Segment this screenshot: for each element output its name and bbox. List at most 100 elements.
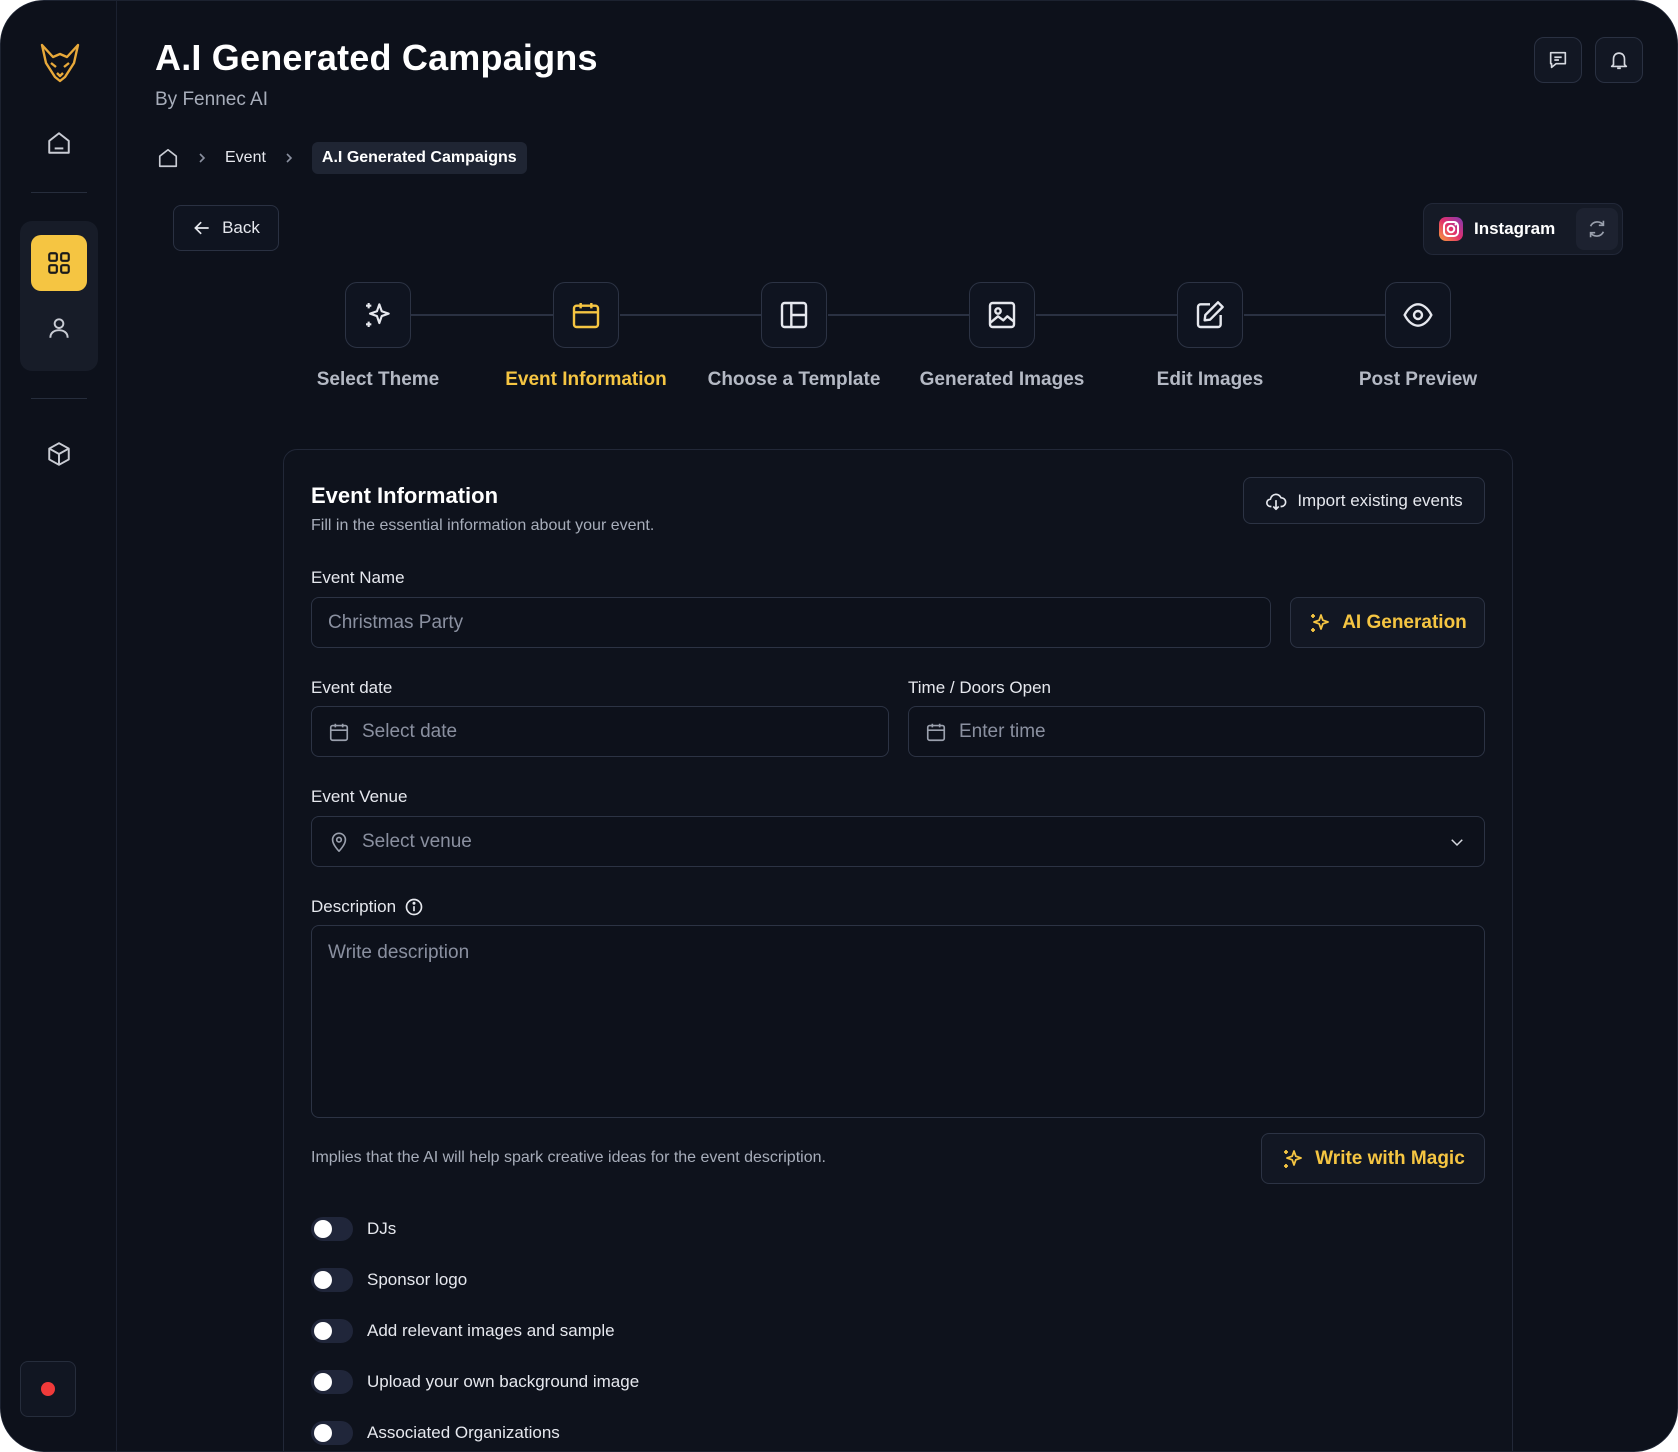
chat-button[interactable] bbox=[1534, 37, 1582, 83]
location-pin-icon bbox=[331, 831, 347, 852]
user-icon bbox=[49, 318, 69, 338]
home-icon bbox=[48, 132, 70, 154]
platform-label: Instagram bbox=[1474, 219, 1556, 238]
sidebar-item-products[interactable] bbox=[31, 426, 87, 482]
step-connector bbox=[620, 314, 762, 316]
app-window: A.I Generated Campaigns By Fennec AI Eve… bbox=[0, 0, 1678, 1452]
event-name-label: Event Name bbox=[311, 568, 405, 587]
sparkles-icon bbox=[1284, 1149, 1303, 1168]
associated-organizations-toggle[interactable] bbox=[311, 1421, 353, 1445]
back-button[interactable]: Back bbox=[173, 205, 279, 251]
chevron-right-icon bbox=[197, 152, 207, 164]
breadcrumb-current: A.I Generated Campaigns bbox=[311, 142, 527, 174]
cube-icon bbox=[48, 442, 70, 466]
description-label-row: Description bbox=[311, 897, 424, 917]
step-connector bbox=[1244, 314, 1386, 316]
notifications-button[interactable] bbox=[1595, 37, 1643, 83]
description-textarea[interactable]: Write description bbox=[311, 925, 1485, 1118]
import-events-label: Import existing events bbox=[1297, 490, 1463, 510]
sidebar-item-home[interactable] bbox=[31, 115, 87, 171]
step-label: Select Theme bbox=[316, 369, 440, 390]
event-date-placeholder: Select date bbox=[362, 720, 458, 742]
image-icon bbox=[988, 301, 1016, 329]
layout-icon bbox=[780, 301, 808, 329]
breadcrumb: Event A.I Generated Campaigns bbox=[157, 141, 527, 175]
sponsor-logo-toggle[interactable] bbox=[311, 1268, 353, 1292]
home-icon bbox=[158, 148, 178, 168]
time-placeholder: Enter time bbox=[959, 720, 1046, 742]
time-label: Time / Doors Open bbox=[908, 678, 1051, 697]
event-name-placeholder: Christmas Party bbox=[328, 611, 464, 633]
time-input[interactable]: Enter time bbox=[908, 706, 1485, 757]
djs-toggle[interactable] bbox=[311, 1217, 353, 1241]
description-label: Description bbox=[311, 897, 397, 916]
toggle-label: Associated Organizations bbox=[367, 1423, 560, 1442]
eye-icon bbox=[1403, 303, 1433, 327]
refresh-icon bbox=[1589, 220, 1605, 238]
calendar-icon bbox=[926, 723, 946, 741]
record-dot-icon bbox=[41, 1382, 55, 1396]
step-connector bbox=[1036, 314, 1178, 316]
step-choose-template[interactable] bbox=[761, 282, 827, 348]
description-hint: Implies that the AI will help spark crea… bbox=[311, 1149, 826, 1166]
toggle-row-djs: DJs bbox=[311, 1217, 396, 1241]
edit-icon bbox=[1196, 301, 1224, 329]
toggle-label: DJs bbox=[367, 1219, 397, 1238]
relevant-images-toggle[interactable] bbox=[311, 1319, 353, 1343]
grid-icon bbox=[48, 252, 70, 274]
record-button[interactable] bbox=[20, 1361, 76, 1417]
step-connector bbox=[828, 314, 970, 316]
toggle-row-sponsor-logo: Sponsor logo bbox=[311, 1268, 467, 1292]
card-title: Event Information bbox=[311, 483, 499, 508]
step-connector bbox=[411, 314, 555, 316]
sparkles-icon bbox=[366, 303, 390, 327]
venue-select[interactable]: Select venue bbox=[311, 816, 1485, 867]
sidebar-item-dashboard[interactable] bbox=[31, 235, 87, 291]
event-name-input[interactable]: Christmas Party bbox=[311, 597, 1271, 648]
instagram-icon bbox=[1439, 217, 1463, 241]
breadcrumb-event[interactable]: Event bbox=[225, 149, 266, 167]
toggle-row-relevant-images: Add relevant images and sample bbox=[311, 1319, 615, 1343]
calendar-icon bbox=[572, 303, 600, 329]
toggle-label: Sponsor logo bbox=[367, 1270, 468, 1289]
background-image-toggle[interactable] bbox=[311, 1370, 353, 1394]
step-post-preview[interactable] bbox=[1385, 282, 1451, 348]
venue-label: Event Venue bbox=[311, 787, 408, 806]
info-icon[interactable] bbox=[404, 897, 424, 917]
breadcrumb-home[interactable] bbox=[157, 147, 179, 169]
step-label: Generated Images bbox=[919, 369, 1085, 390]
toggle-row-associated-organizations: Associated Organizations bbox=[311, 1421, 560, 1445]
step-label: Choose a Template bbox=[707, 369, 881, 390]
step-generated-images[interactable] bbox=[969, 282, 1035, 348]
step-label: Edit Images bbox=[1156, 369, 1264, 390]
event-date-input[interactable]: Select date bbox=[311, 706, 889, 757]
cloud-download-icon bbox=[1266, 493, 1287, 510]
platform-selector[interactable]: Instagram bbox=[1423, 203, 1623, 255]
fennec-logo-icon[interactable] bbox=[39, 41, 81, 85]
write-with-magic-label: Write with Magic bbox=[1315, 1147, 1465, 1169]
card-subtitle: Fill in the essential information about … bbox=[311, 517, 655, 534]
refresh-button[interactable] bbox=[1576, 208, 1618, 250]
sidebar-divider bbox=[31, 398, 87, 399]
import-events-button[interactable]: Import existing events bbox=[1243, 477, 1485, 524]
calendar-icon bbox=[329, 723, 349, 741]
description-placeholder: Write description bbox=[328, 942, 470, 963]
event-date-label: Event date bbox=[311, 678, 393, 697]
step-edit-images[interactable] bbox=[1177, 282, 1243, 348]
sparkles-icon bbox=[1311, 613, 1330, 632]
page-subtitle: By Fennec AI bbox=[155, 89, 269, 110]
step-label: Event Information bbox=[505, 369, 667, 390]
arrow-left-icon bbox=[194, 221, 209, 235]
sidebar-divider bbox=[31, 192, 87, 193]
ai-generation-label: AI Generation bbox=[1342, 611, 1467, 633]
page-title: A.I Generated Campaigns bbox=[155, 37, 598, 78]
back-label: Back bbox=[222, 218, 260, 237]
toggle-label: Add relevant images and sample bbox=[367, 1321, 615, 1340]
toggle-label: Upload your own background image bbox=[367, 1372, 640, 1391]
step-event-information[interactable] bbox=[553, 282, 619, 348]
ai-generation-button[interactable]: AI Generation bbox=[1290, 597, 1485, 648]
chevron-right-icon bbox=[284, 152, 294, 164]
write-with-magic-button[interactable]: Write with Magic bbox=[1261, 1133, 1485, 1184]
sidebar-item-profile[interactable] bbox=[31, 300, 87, 356]
step-select-theme[interactable] bbox=[345, 282, 411, 348]
